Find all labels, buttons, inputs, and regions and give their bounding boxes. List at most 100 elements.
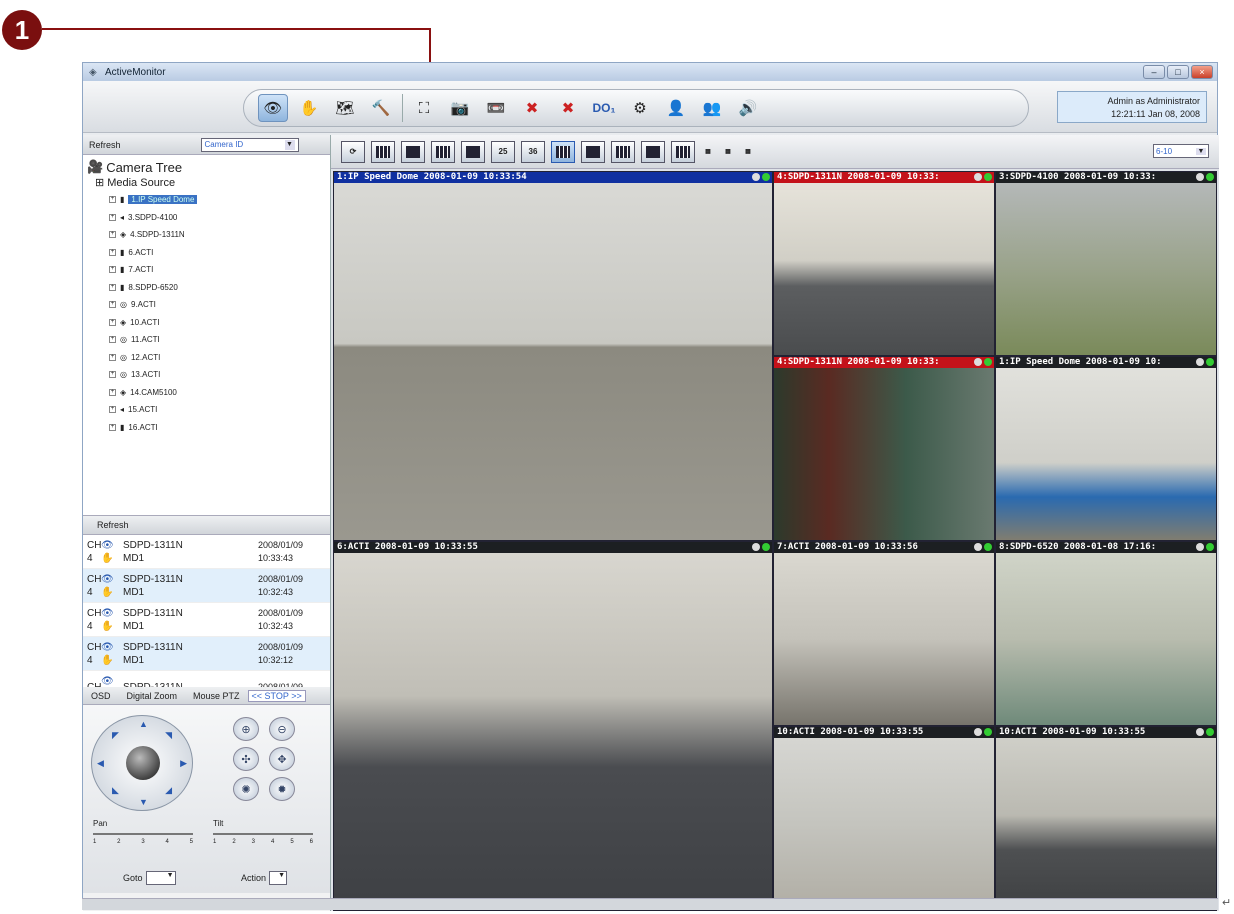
camera-view[interactable]: 3:SDPD-4100 2008-01-09 10:33:: [995, 171, 1217, 356]
camera-view[interactable]: 4:SDPD-1311N 2008-01-09 10:33:: [773, 171, 995, 356]
disconnect-icon[interactable]: ✖: [517, 94, 547, 122]
layout-button[interactable]: [611, 140, 635, 163]
camera-view[interactable]: 1:IP Speed Dome 2008-01-09 10:: [995, 356, 1217, 541]
disconnect-all-icon[interactable]: ✖: [553, 94, 583, 122]
layout-button[interactable]: [431, 140, 455, 163]
camera-tree-item[interactable]: + ◎ 12.ACTI: [109, 349, 326, 367]
layout-button[interactable]: [551, 140, 575, 163]
expand-icon[interactable]: +: [109, 231, 116, 239]
camera-tree-item[interactable]: + ◈ 4.SDPD-1311N: [109, 226, 326, 244]
zoom-in-icon[interactable]: ⊕: [233, 717, 259, 741]
tilt-slider[interactable]: 123456: [213, 833, 313, 845]
focus-far-icon[interactable]: ✥: [269, 747, 295, 771]
stop-button[interactable]: << STOP >>: [247, 689, 306, 702]
iris-open-icon[interactable]: ✺: [233, 777, 259, 801]
user-icon[interactable]: 👤: [661, 94, 691, 122]
iris-close-icon[interactable]: ✹: [269, 777, 295, 801]
eye-icon[interactable]: 👁: [258, 94, 288, 122]
events-refresh-button[interactable]: Refresh: [97, 520, 129, 530]
expand-icon[interactable]: +: [109, 423, 116, 431]
users-icon[interactable]: 👥: [697, 94, 727, 122]
layout-button[interactable]: [671, 140, 695, 163]
layout-mini-button[interactable]: ▦: [741, 147, 755, 157]
arrow-down-icon[interactable]: ▼: [139, 797, 148, 807]
tools-icon[interactable]: 🔨: [366, 94, 396, 122]
layout-button[interactable]: 36: [521, 140, 545, 163]
camera-view[interactable]: 10:ACTI 2008-01-09 10:33:55: [995, 726, 1217, 911]
settings-icon[interactable]: ⚙: [625, 94, 655, 122]
do-icon[interactable]: DO₁: [589, 94, 619, 122]
page-select[interactable]: 6-10 ▼: [1153, 144, 1209, 158]
expand-icon[interactable]: +: [109, 318, 116, 326]
camera-tree-item[interactable]: + ▮ 7.ACTI: [109, 261, 326, 279]
camera-tree-item[interactable]: + ◎ 9.ACTI: [109, 296, 326, 314]
camera-tree-item[interactable]: + ◂ 15.ACTI: [109, 401, 326, 419]
map-icon[interactable]: 🗺: [330, 94, 360, 122]
arrow-down-left-icon[interactable]: ◣: [112, 785, 119, 796]
arrow-left-icon[interactable]: ◀: [97, 758, 104, 769]
ptz-joystick[interactable]: ▲ ▼ ◀ ▶ ◤ ◥ ◣ ◢: [91, 715, 193, 811]
layout-button[interactable]: [371, 140, 395, 163]
camera-tree-root[interactable]: 🎥 Camera Tree: [87, 159, 326, 175]
volume-icon[interactable]: 🔊: [733, 94, 763, 122]
tab-osd[interactable]: OSD: [83, 691, 119, 701]
event-row[interactable]: CH 4 👁 ✋ SDPD-1311N MD1 2008/01/09 10:32:43: [83, 603, 330, 637]
expand-icon[interactable]: +: [109, 388, 116, 396]
expand-icon[interactable]: +: [109, 248, 116, 256]
expand-icon[interactable]: +: [109, 283, 116, 291]
camera-tree-item[interactable]: + ▮ 16.ACTI: [109, 419, 326, 437]
layout-mini-button[interactable]: ▦: [721, 147, 735, 157]
event-row[interactable]: CH 4 👁 ✋ SDPD-1311N MD1 2008/01/09 10:32:12: [83, 637, 330, 671]
close-button[interactable]: ×: [1191, 65, 1213, 79]
camera-view[interactable]: 6:ACTI 2008-01-09 10:33:55: [333, 541, 773, 911]
camera-view[interactable]: 8:SDPD-6520 2008-01-08 17:16:: [995, 541, 1217, 726]
layout-button[interactable]: ⟳: [341, 140, 365, 163]
tab-digital-zoom[interactable]: Digital Zoom: [119, 691, 186, 701]
maximize-button[interactable]: □: [1167, 65, 1189, 79]
fullscreen-icon[interactable]: ⛶: [409, 94, 439, 122]
event-row[interactable]: CH 4 👁 ✋ SDPD-1311N MD1 2008/01/09 10:32:43: [83, 569, 330, 603]
camera-tree-item[interactable]: + ◈ 10.ACTI: [109, 314, 326, 332]
zoom-out-icon[interactable]: ⊖: [269, 717, 295, 741]
camera-tree-item[interactable]: + ◎ 13.ACTI: [109, 366, 326, 384]
layout-button[interactable]: [641, 140, 665, 163]
camera-tree-item[interactable]: + ▮ 6.ACTI: [109, 244, 326, 262]
expand-icon[interactable]: +: [109, 371, 116, 379]
minimize-button[interactable]: –: [1143, 65, 1165, 79]
event-row[interactable]: CH👁✋SDPD-1311N2008/01/09: [83, 671, 330, 688]
expand-icon[interactable]: +: [109, 266, 116, 274]
camera-view[interactable]: 10:ACTI 2008-01-09 10:33:55: [773, 726, 995, 911]
arrow-up-right-icon[interactable]: ◥: [165, 730, 172, 741]
camera-view[interactable]: 4:SDPD-1311N 2008-01-09 10:33:: [773, 356, 995, 541]
motion-detect-icon[interactable]: ✋: [294, 94, 324, 122]
camera-tree-item[interactable]: + ▮ 8.SDPD-6520: [109, 279, 326, 297]
layout-button[interactable]: [401, 140, 425, 163]
expand-icon[interactable]: +: [109, 336, 116, 344]
camera-view[interactable]: 1:IP Speed Dome 2008-01-09 10:33:54: [333, 171, 773, 541]
expand-icon[interactable]: +: [109, 213, 116, 221]
expand-icon[interactable]: +: [109, 301, 116, 309]
expand-icon[interactable]: +: [109, 196, 116, 204]
arrow-right-icon[interactable]: ▶: [180, 758, 187, 769]
layout-button[interactable]: [581, 140, 605, 163]
camera-view[interactable]: 7:ACTI 2008-01-09 10:33:56: [773, 541, 995, 726]
refresh-button[interactable]: Refresh: [89, 140, 121, 150]
camera-tree-item[interactable]: + ◂ 3.SDPD-4100: [109, 209, 326, 227]
expand-icon[interactable]: +: [109, 406, 116, 414]
action-select[interactable]: ▼: [269, 871, 288, 885]
camera-tree-item[interactable]: + ▮ 1.IP Speed Dome: [109, 191, 326, 209]
media-source-node[interactable]: ⊞ Media Source: [95, 176, 326, 190]
goto-select[interactable]: ▼: [145, 871, 176, 885]
snapshot-icon[interactable]: 📷: [445, 94, 475, 122]
layout-mini-button[interactable]: ▦: [701, 147, 715, 157]
focus-near-icon[interactable]: ✣: [233, 747, 259, 771]
arrow-down-right-icon[interactable]: ◢: [165, 785, 172, 796]
event-row[interactable]: CH 4 👁 ✋ SDPD-1311N MD1 2008/01/09 10:33:43: [83, 535, 330, 569]
pan-slider[interactable]: 12345: [93, 833, 193, 845]
record-icon[interactable]: 📼: [481, 94, 511, 122]
camera-sort-select[interactable]: Camera ID ▼: [200, 137, 299, 152]
arrow-up-left-icon[interactable]: ◤: [112, 730, 119, 741]
tab-mouse-ptz[interactable]: Mouse PTZ: [185, 691, 248, 701]
camera-tree-item[interactable]: + ◈ 14.CAM5100: [109, 384, 326, 402]
expand-icon[interactable]: +: [109, 353, 116, 361]
